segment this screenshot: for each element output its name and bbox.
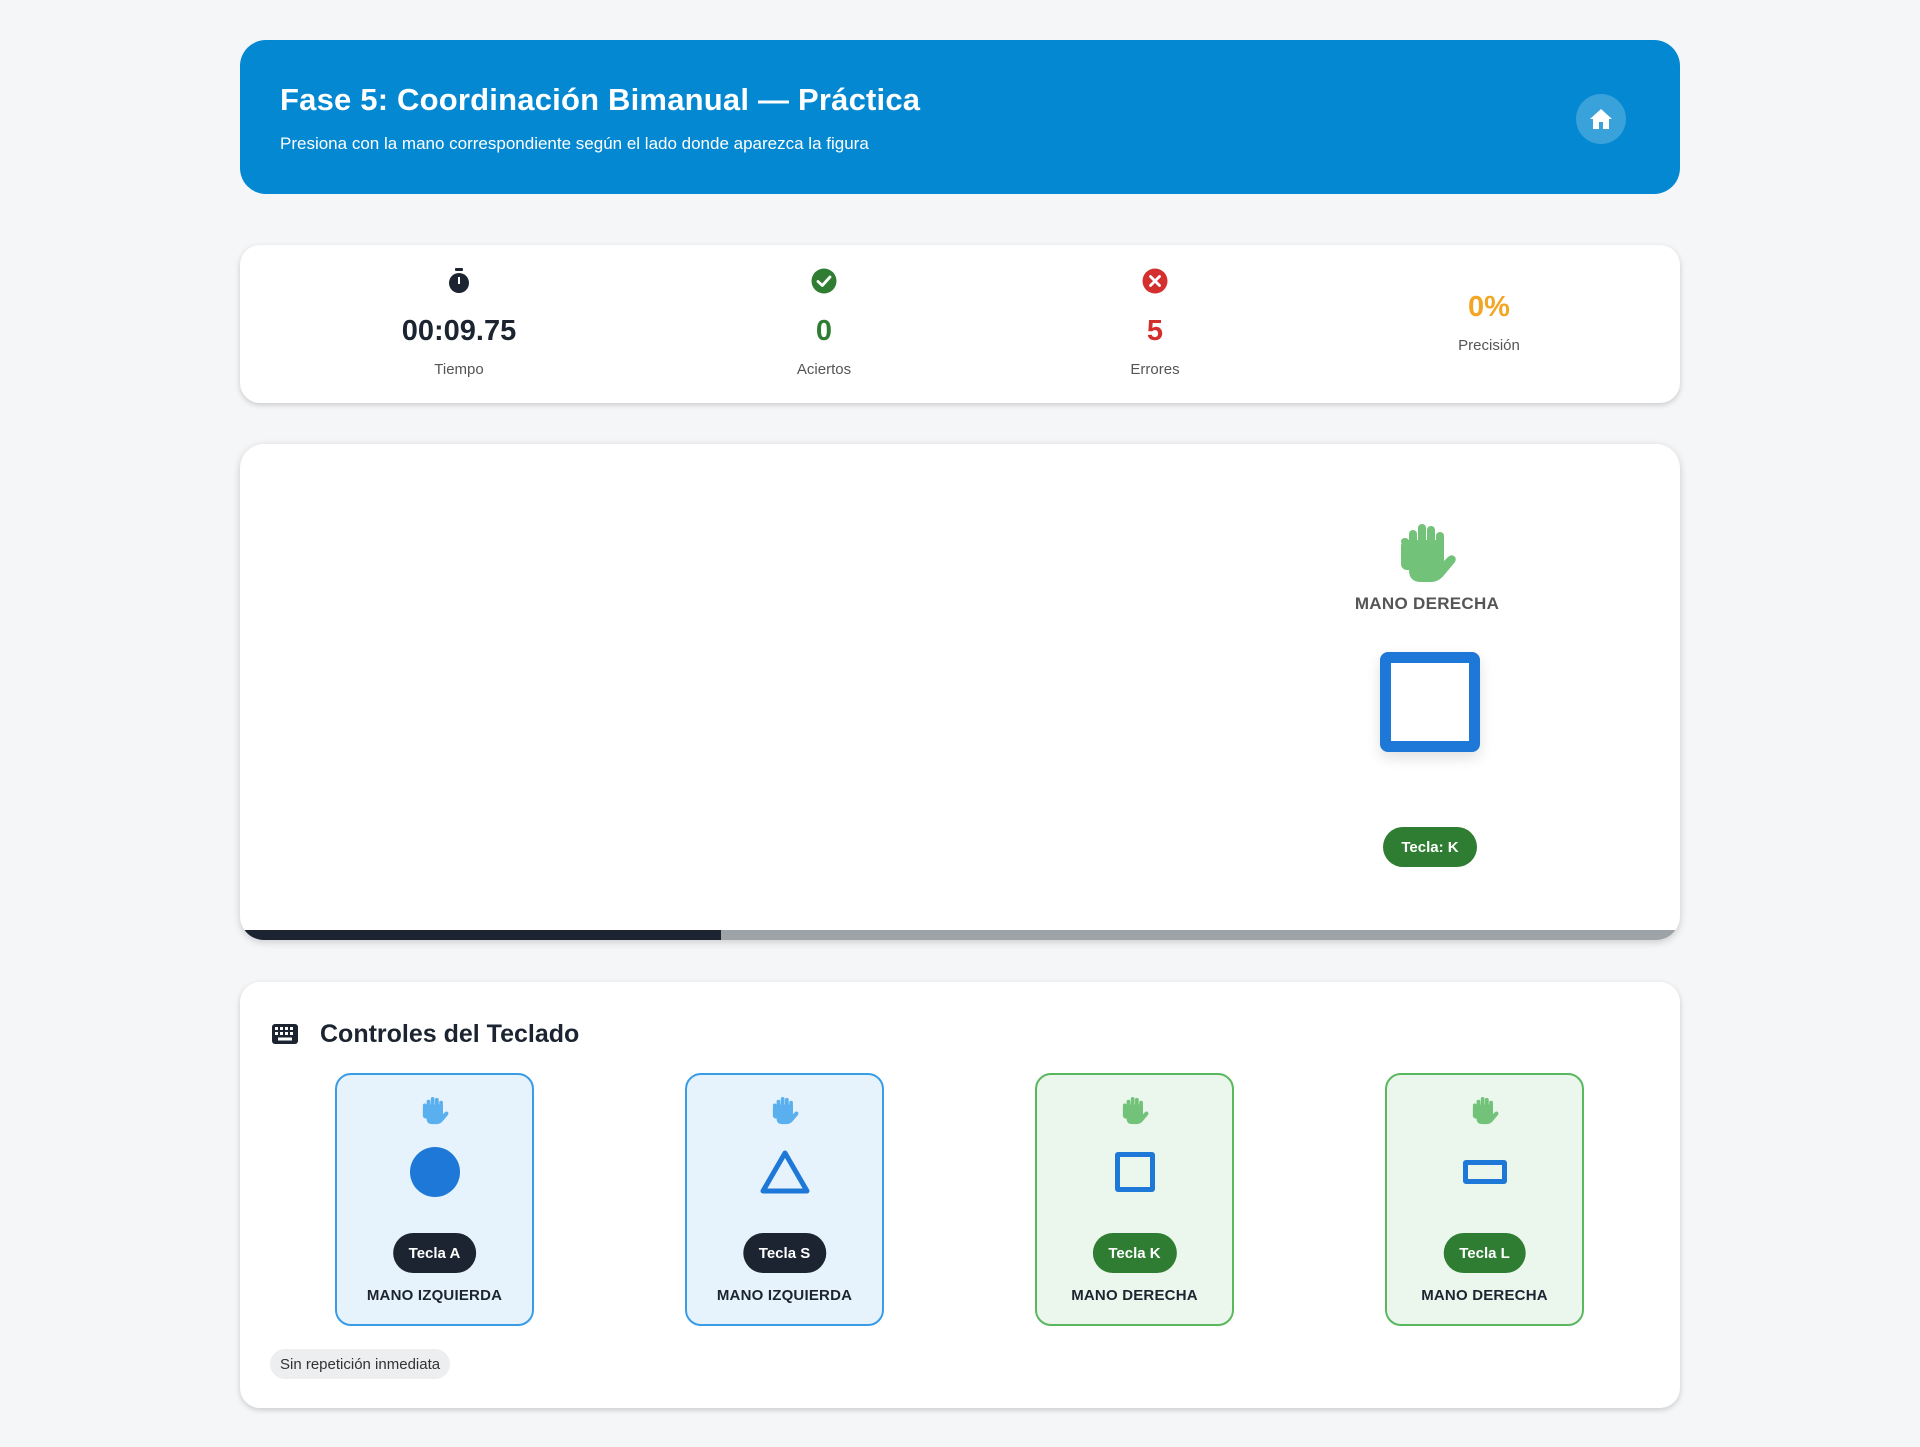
home-icon xyxy=(1590,109,1612,129)
controls-title: Controles del Teclado xyxy=(320,1020,580,1048)
hand-label: MANO DERECHA xyxy=(1071,1287,1198,1304)
hand-label: MANO IZQUIERDA xyxy=(716,1287,853,1304)
progress-fill xyxy=(244,930,721,940)
page-header: Fase 5: Coordinación Bimanual — Práctica… xyxy=(240,40,1680,194)
right-hand-icon xyxy=(1122,1097,1148,1125)
control-card-a[interactable]: Tecla A MANO IZQUIERDA xyxy=(335,1073,534,1326)
target-shape-square xyxy=(1380,652,1480,752)
control-card-k[interactable]: Tecla K MANO DERECHA xyxy=(1035,1073,1234,1326)
home-button[interactable] xyxy=(1576,94,1626,144)
target-key-badge: Tecla: K xyxy=(1383,827,1477,867)
x-circle-icon xyxy=(1142,268,1168,294)
page-title: Fase 5: Coordinación Bimanual — Práctica xyxy=(280,82,921,117)
hand-label: MANO IZQUIERDA xyxy=(366,1287,503,1304)
left-hand-icon xyxy=(422,1097,448,1125)
time-label: Tiempo xyxy=(434,361,484,378)
errors-value: 5 xyxy=(1146,315,1164,347)
left-hand-icon xyxy=(772,1097,798,1125)
key-badge-s: Tecla S xyxy=(742,1233,827,1273)
hand-label: MANO DERECHA xyxy=(1421,1287,1548,1304)
precision-label: Precisión xyxy=(1458,337,1520,354)
right-hand-icon xyxy=(1472,1097,1498,1125)
rectangle-shape xyxy=(1458,1145,1512,1199)
errors-label: Errores xyxy=(1130,361,1180,378)
stats-panel: 00:09.75 Tiempo 0 Aciertos 5 Errores 0% … xyxy=(240,245,1680,403)
control-card-l[interactable]: Tecla L MANO DERECHA xyxy=(1385,1073,1584,1326)
target-hand-label: MANO DERECHA xyxy=(1354,594,1500,613)
game-area[interactable]: MANO DERECHA Tecla: K xyxy=(240,444,1680,940)
rule-note-badge: Sin repetición inmediata xyxy=(270,1349,451,1379)
right-hand-icon xyxy=(1401,524,1456,582)
key-badge-a: Tecla A xyxy=(392,1233,477,1273)
hits-value: 0 xyxy=(815,315,833,347)
stopwatch-icon xyxy=(449,268,469,293)
key-badge-k: Tecla K xyxy=(1092,1233,1177,1273)
keyboard-controls-panel: Controles del Teclado Tecla A MANO IZQUI… xyxy=(240,982,1680,1408)
triangle-shape xyxy=(758,1145,812,1199)
hits-label: Aciertos xyxy=(796,361,852,378)
square-shape xyxy=(1108,1145,1162,1199)
control-card-s[interactable]: Tecla S MANO IZQUIERDA xyxy=(685,1073,884,1326)
time-value: 00:09.75 xyxy=(401,315,517,347)
key-badge-l: Tecla L xyxy=(1443,1233,1526,1273)
page-subtitle: Presiona con la mano correspondiente seg… xyxy=(280,134,869,153)
precision-value: 0% xyxy=(1468,291,1510,323)
circle-shape xyxy=(408,1145,462,1199)
progress-bar xyxy=(244,930,1676,940)
keyboard-icon xyxy=(272,1024,298,1044)
check-circle-icon xyxy=(811,268,837,294)
